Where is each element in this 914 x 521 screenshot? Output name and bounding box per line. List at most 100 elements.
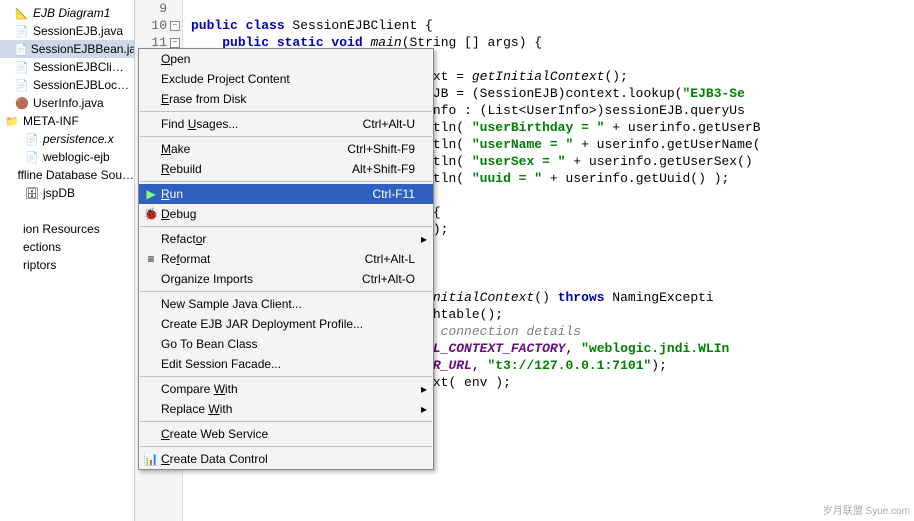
tree-item[interactable]: ections: [0, 238, 134, 256]
tree-item[interactable]: 🗄jspDB: [0, 184, 134, 202]
tree-item-label: persistence.x: [43, 132, 114, 146]
file-icon: 📄: [14, 77, 30, 93]
menu-separator: [140, 421, 432, 422]
tree-item-label: SessionEJB.java: [33, 24, 123, 38]
file-icon: 📄: [24, 131, 40, 147]
line-number: 10−: [135, 17, 180, 34]
menu-item-rebuild[interactable]: RebuildAlt+Shift-F9: [139, 159, 433, 179]
menu-item-run[interactable]: ▶RunCtrl-F11: [139, 184, 433, 204]
menu-item-label: Edit Session Facade...: [161, 357, 405, 371]
menu-item-create-data-control[interactable]: 📊Create Data Control: [139, 449, 433, 469]
file-icon: [4, 167, 14, 183]
menu-item-find-usages[interactable]: Find Usages...Ctrl+Alt-U: [139, 114, 433, 134]
tree-item-label: ion Resources: [23, 222, 100, 236]
submenu-arrow-icon: ▸: [415, 402, 427, 416]
menu-item-label: Go To Bean Class: [161, 337, 405, 351]
tree-item[interactable]: 📐EJB Diagram1: [0, 4, 134, 22]
menu-item-make[interactable]: MakeCtrl+Shift-F9: [139, 139, 433, 159]
tree-item-label: SessionEJBLoc…: [33, 78, 129, 92]
menu-separator: [140, 291, 432, 292]
code-line[interactable]: [191, 0, 914, 17]
menu-item-label: Replace With: [161, 402, 405, 416]
menu-item-label: Create Data Control: [161, 452, 405, 466]
menu-item-label: Compare With: [161, 382, 405, 396]
fold-toggle-icon[interactable]: −: [170, 21, 180, 31]
tree-item-label: jspDB: [43, 186, 75, 200]
tree-item[interactable]: 📁META-INF: [0, 112, 134, 130]
file-icon: 📄: [24, 149, 40, 165]
menu-item-label: Debug: [161, 207, 405, 221]
menu-item-replace-with[interactable]: Replace With ▸: [139, 399, 433, 419]
menu-item-organize-imports[interactable]: Organize ImportsCtrl+Alt-O: [139, 269, 433, 289]
tree-item[interactable]: 📄weblogic-ejb: [0, 148, 134, 166]
tree-item[interactable]: 📄SessionEJBCli…: [0, 58, 134, 76]
tree-item[interactable]: 📄persistence.x: [0, 130, 134, 148]
tree-item[interactable]: ffline Database Sou…: [0, 166, 134, 184]
menu-separator: [140, 376, 432, 377]
tree-item[interactable]: 🟤UserInfo.java: [0, 94, 134, 112]
menu-shortcut: Ctrl+Alt-O: [352, 272, 415, 286]
menu-shortcut: Ctrl+Shift-F9: [337, 142, 415, 156]
menu-item-label: Organize Imports: [161, 272, 352, 286]
menu-shortcut: Alt+Shift-F9: [342, 162, 415, 176]
menu-item-edit-session-facade[interactable]: Edit Session Facade...: [139, 354, 433, 374]
tree-item-label: riptors: [23, 258, 56, 272]
tree-item-label: UserInfo.java: [33, 96, 104, 110]
menu-shortcut: Ctrl+Alt-L: [355, 252, 415, 266]
menu-separator: [140, 226, 432, 227]
menu-item-erase-from-disk[interactable]: Erase from Disk: [139, 89, 433, 109]
submenu-arrow-icon: ▸: [415, 232, 427, 246]
file-icon: 📄: [14, 23, 30, 39]
file-icon: [4, 257, 20, 273]
menu-item-exclude-project-content[interactable]: Exclude Project Content: [139, 69, 433, 89]
menu-item-go-to-bean-class[interactable]: Go To Bean Class: [139, 334, 433, 354]
tree-item-label: weblogic-ejb: [43, 150, 110, 164]
file-icon: 📁: [4, 113, 20, 129]
menu-item-label: Rebuild: [161, 162, 342, 176]
menu-shortcut: Ctrl-F11: [363, 187, 415, 201]
tree-item-label: META-INF: [23, 114, 79, 128]
menu-item-create-web-service[interactable]: Create Web Service: [139, 424, 433, 444]
tree-item[interactable]: 📄SessionEJBLoc…: [0, 76, 134, 94]
code-line[interactable]: public class SessionEJBClient {: [191, 17, 914, 34]
file-icon: 📄: [14, 59, 30, 75]
file-icon: 🟤: [14, 95, 30, 111]
menu-item-label: Reformat: [161, 252, 355, 266]
menu-shortcut: Ctrl+Alt-U: [353, 117, 415, 131]
submenu-arrow-icon: ▸: [415, 382, 427, 396]
tree-item[interactable]: ion Resources: [0, 220, 134, 238]
menu-item-open[interactable]: Open: [139, 49, 433, 69]
menu-item-debug[interactable]: 🐞Debug: [139, 204, 433, 224]
tree-item[interactable]: 📄SessionEJBBean.java: [0, 40, 134, 58]
menu-item-compare-with[interactable]: Compare With ▸: [139, 379, 433, 399]
menu-item-label: Exclude Project Content: [161, 72, 405, 86]
context-menu[interactable]: Open Exclude Project Content Erase from Di…: [138, 48, 434, 470]
debug-icon: 🐞: [141, 207, 161, 221]
menu-item-label: Find Usages...: [161, 117, 353, 131]
watermark: 岁月联盟 Syue.com: [823, 502, 910, 517]
menu-item-reformat[interactable]: ≡ReformatCtrl+Alt-L: [139, 249, 433, 269]
file-icon: 📄: [14, 41, 28, 57]
file-icon: 🗄: [24, 185, 40, 201]
file-icon: [4, 239, 20, 255]
tree-item-label: SessionEJBCli…: [33, 60, 124, 74]
file-icon: [4, 221, 20, 237]
tree-item-label: ffline Database Sou…: [17, 168, 134, 182]
menu-item-label: Create EJB JAR Deployment Profile...: [161, 317, 405, 331]
menu-separator: [140, 136, 432, 137]
tree-item-label: EJB Diagram1: [33, 6, 110, 20]
menu-item-label: Erase from Disk: [161, 92, 405, 106]
tree-item[interactable]: [0, 202, 134, 220]
reformat-icon: ≡: [141, 252, 161, 266]
tree-item-label: SessionEJBBean.java: [31, 42, 135, 56]
fold-toggle-icon[interactable]: −: [170, 38, 180, 48]
menu-item-create-ejb-jar-deployment-profile[interactable]: Create EJB JAR Deployment Profile...: [139, 314, 433, 334]
menu-item-label: Create Web Service: [161, 427, 405, 441]
tree-item-label: ections: [23, 240, 61, 254]
line-number: 9: [135, 0, 180, 17]
menu-item-label: Make: [161, 142, 337, 156]
menu-item-refactor[interactable]: Refactor▸: [139, 229, 433, 249]
menu-item-new-sample-java-client[interactable]: New Sample Java Client...: [139, 294, 433, 314]
tree-item[interactable]: riptors: [0, 256, 134, 274]
tree-item[interactable]: 📄SessionEJB.java: [0, 22, 134, 40]
